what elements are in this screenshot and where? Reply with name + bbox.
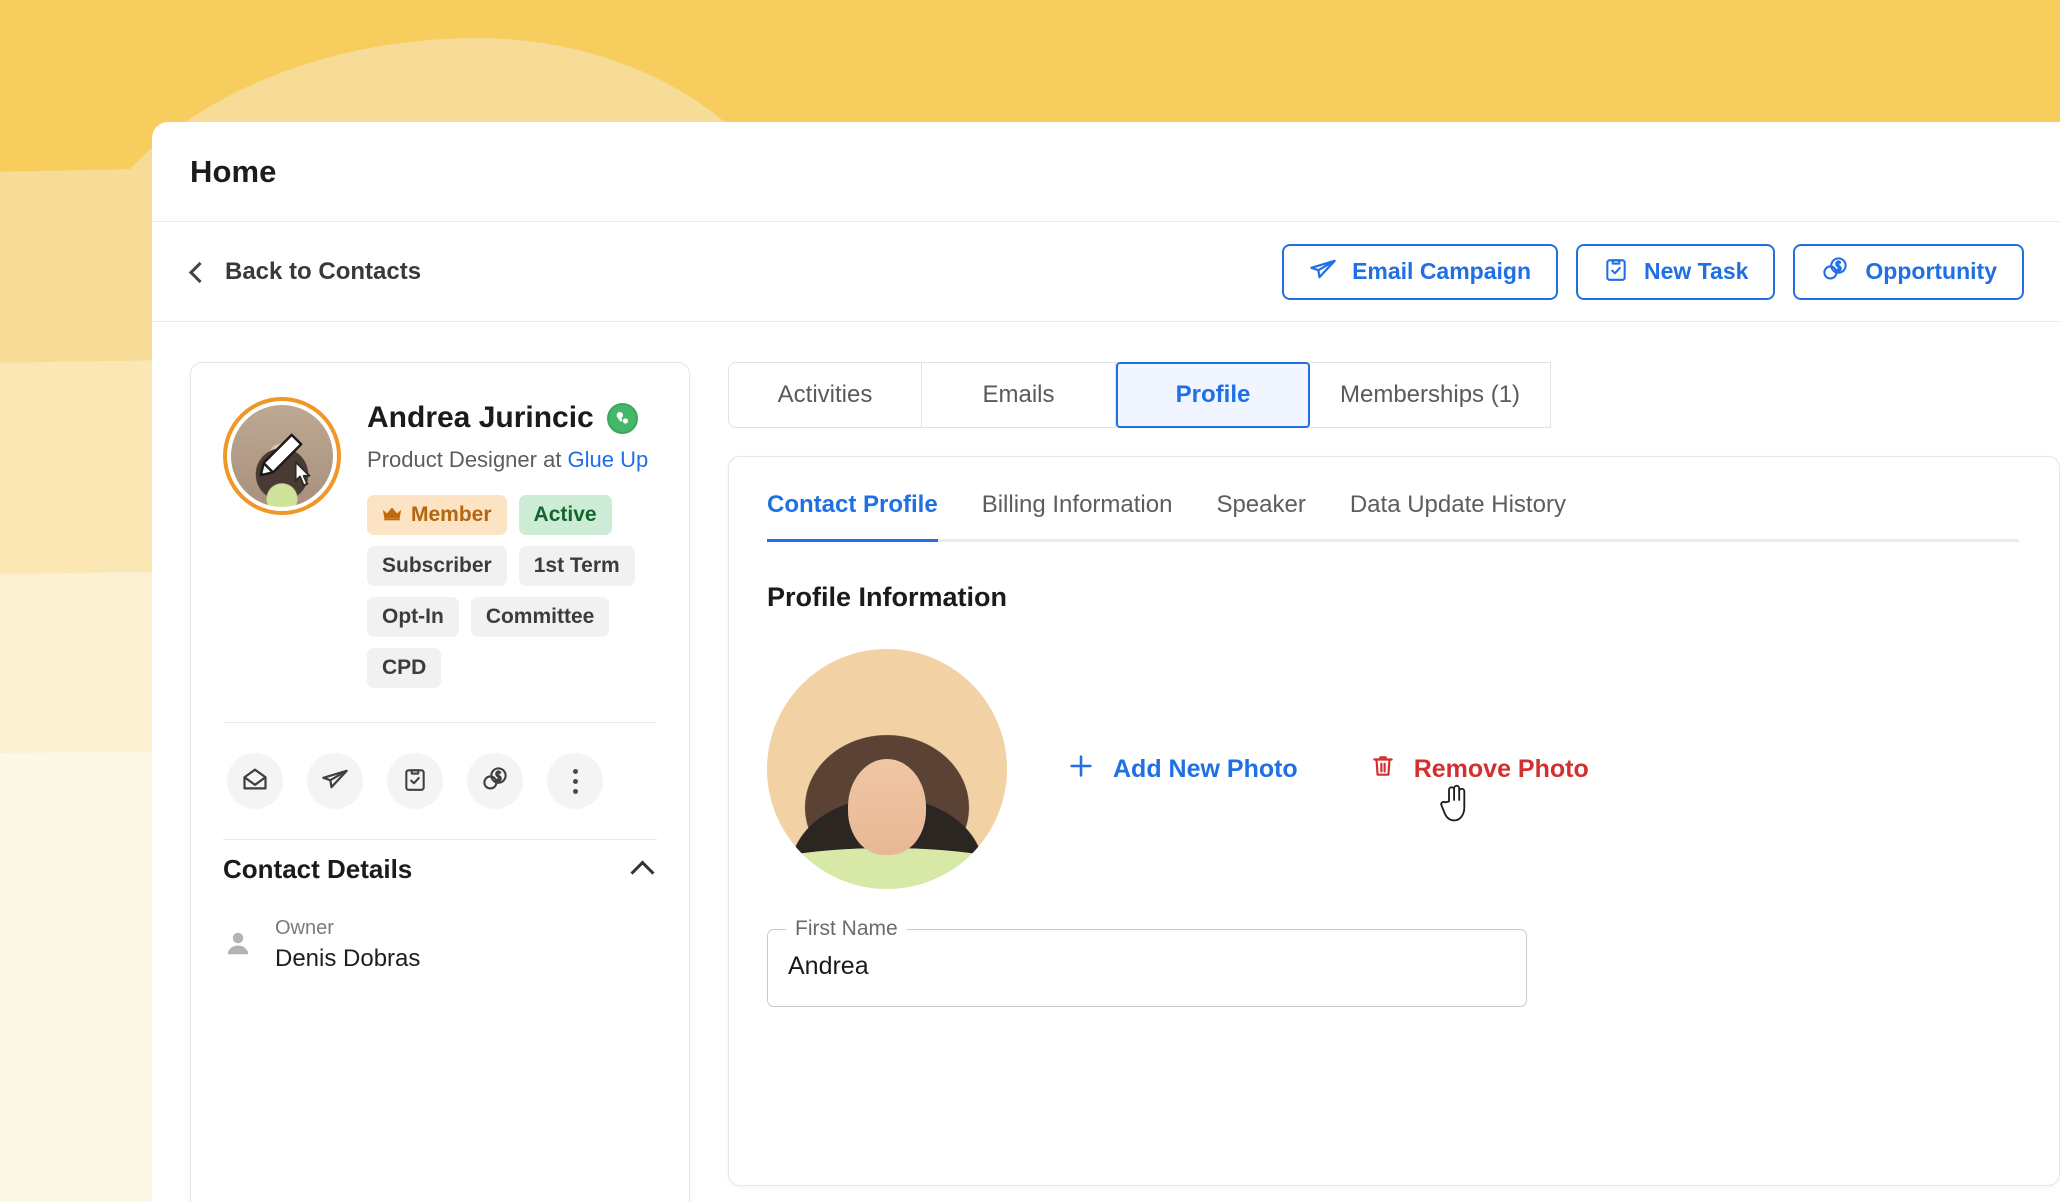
avatar[interactable] — [223, 397, 341, 515]
clipboard-check-icon — [402, 765, 428, 798]
back-to-contacts-link[interactable]: Back to Contacts — [188, 257, 422, 286]
person-icon — [223, 928, 253, 963]
add-new-photo-label: Add New Photo — [1113, 754, 1298, 783]
contact-subtitle: Product Designer at Glue Up — [367, 447, 657, 473]
envelope-icon — [241, 765, 269, 798]
tag-committee[interactable]: Committee — [470, 597, 610, 637]
first-name-label: First Name — [786, 917, 907, 941]
tag-active[interactable]: Active — [518, 495, 612, 535]
company-link[interactable]: Glue Up — [568, 447, 649, 472]
first-name-value: Andrea — [788, 952, 869, 980]
subtab-contact-profile-label: Contact Profile — [767, 491, 938, 518]
tag-subscriber-label: Subscriber — [382, 554, 492, 577]
coins-icon — [480, 765, 510, 798]
trash-icon — [1370, 752, 1396, 787]
tag-opt-in[interactable]: Opt-In — [367, 597, 459, 637]
new-task-label: New Task — [1644, 258, 1749, 284]
clipboard-check-icon — [1603, 255, 1629, 289]
crown-icon — [382, 503, 402, 527]
identity-row: Andrea Jurincic Product Designer at Glue… — [223, 397, 657, 688]
plus-icon — [1067, 752, 1095, 787]
tag-member-label: Member — [411, 503, 492, 526]
profile-subtabs: Contact Profile Billing Information Spea… — [767, 491, 2019, 542]
subtab-billing-information-label: Billing Information — [981, 491, 1173, 518]
subtab-data-update-history-label: Data Update History — [1349, 491, 1566, 518]
opportunity-label: Opportunity — [1865, 258, 1997, 284]
name-line: Andrea Jurincic — [367, 401, 657, 435]
coins-icon — [1820, 255, 1850, 289]
tab-emails-label: Emails — [982, 381, 1055, 408]
tab-activities[interactable]: Activities — [728, 362, 922, 428]
back-to-contacts-label: Back to Contacts — [225, 257, 422, 285]
paper-plane-icon — [321, 765, 349, 798]
contact-summary-card: Andrea Jurincic Product Designer at Glue… — [190, 362, 690, 1202]
contact-name: Andrea Jurincic — [367, 401, 594, 434]
action-bar: Back to Contacts Email Campaign New Task… — [152, 222, 2060, 322]
tab-emails[interactable]: Emails — [922, 362, 1116, 428]
subtab-billing-information[interactable]: Billing Information — [982, 491, 1173, 539]
owner-label: Owner — [275, 917, 334, 939]
tab-profile[interactable]: Profile — [1116, 362, 1310, 428]
page-title: Home — [190, 153, 277, 189]
chevron-left-icon — [188, 261, 211, 283]
photo-actions: Add New Photo Remove Photo — [1067, 752, 1589, 821]
tag-1st-term[interactable]: 1st Term — [518, 546, 635, 586]
tag-cpd[interactable]: CPD — [367, 648, 442, 688]
quick-action-task[interactable] — [387, 753, 443, 809]
app-window: Home Back to Contacts Email Campaign New… — [152, 122, 2060, 1202]
subtab-speaker-label: Speaker — [1216, 491, 1306, 518]
owner-field: Owner Denis Dobras — [223, 885, 657, 973]
contact-details-title: Contact Details — [223, 854, 413, 884]
email-campaign-button[interactable]: Email Campaign — [1282, 243, 1558, 300]
profile-photo — [767, 649, 1007, 889]
remove-photo-label: Remove Photo — [1413, 754, 1589, 783]
tab-memberships-label: Memberships (1) — [1340, 381, 1521, 408]
quick-action-opportunity[interactable] — [467, 753, 523, 809]
hand-cursor-icon — [1438, 782, 1472, 831]
chevron-up-icon[interactable] — [630, 860, 655, 885]
tab-activities-label: Activities — [777, 381, 873, 408]
subtab-speaker[interactable]: Speaker — [1216, 491, 1305, 539]
subtab-contact-profile[interactable]: Contact Profile — [767, 491, 938, 539]
tag-list: Member Active Subscriber 1st Term Opt-In — [367, 495, 657, 688]
more-vertical-icon — [572, 768, 578, 794]
contact-details-header[interactable]: Contact Details — [223, 840, 657, 885]
tag-member[interactable]: Member — [367, 495, 507, 535]
main-tabs: Activities Emails Profile Memberships (1… — [728, 362, 2060, 428]
opportunity-button[interactable]: Opportunity — [1793, 243, 2024, 300]
action-buttons: Email Campaign New Task Opportunity — [1282, 243, 2024, 300]
tag-committee-label: Committee — [485, 605, 595, 628]
profile-information-title: Profile Information — [767, 582, 1008, 612]
tag-subscriber[interactable]: Subscriber — [367, 546, 507, 586]
verified-badge-icon — [606, 402, 638, 434]
profile-panel: Contact Profile Billing Information Spea… — [728, 456, 2060, 1186]
job-title-text: Product Designer at — [367, 447, 568, 472]
tag-active-label: Active — [533, 503, 597, 526]
tab-profile-label: Profile — [1175, 381, 1251, 408]
app-header: Home — [152, 122, 2060, 222]
subtab-data-update-history[interactable]: Data Update History — [1350, 491, 1566, 539]
photo-row: Add New Photo Remove Photo — [767, 649, 2019, 889]
detail-column: Activities Emails Profile Memberships (1… — [728, 362, 2060, 1202]
mouse-cursor-icon — [285, 459, 315, 502]
app-body: Andrea Jurincic Product Designer at Glue… — [152, 322, 2060, 1202]
first-name-field[interactable]: First Name Andrea — [767, 917, 1527, 1007]
new-task-button[interactable]: New Task — [1576, 243, 1776, 300]
quick-action-row — [223, 723, 657, 839]
add-new-photo-button[interactable]: Add New Photo — [1067, 752, 1298, 787]
tag-opt-in-label: Opt-In — [382, 605, 444, 628]
owner-value: Denis Dobras — [275, 945, 421, 972]
email-campaign-label: Email Campaign — [1352, 258, 1531, 284]
quick-action-more[interactable] — [547, 753, 603, 809]
tag-1st-term-label: 1st Term — [533, 554, 620, 577]
quick-action-envelope[interactable] — [227, 753, 283, 809]
remove-photo-button[interactable]: Remove Photo — [1370, 752, 1589, 821]
quick-action-send[interactable] — [307, 753, 363, 809]
identity-text: Andrea Jurincic Product Designer at Glue… — [367, 397, 657, 688]
paper-plane-icon — [1309, 255, 1337, 289]
tab-memberships[interactable]: Memberships (1) — [1310, 362, 1552, 428]
tag-cpd-label: CPD — [382, 656, 427, 679]
